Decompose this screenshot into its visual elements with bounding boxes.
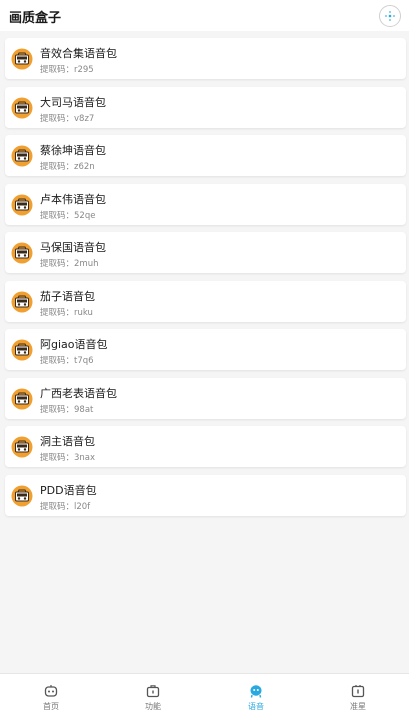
mascot-icon	[250, 685, 262, 698]
voice-pack-code: 提取码：ruku	[40, 307, 93, 318]
voice-pack-code: 提取码：t7q6	[40, 356, 94, 366]
page-title: 画质盒子	[9, 11, 62, 26]
boombox-icon	[11, 242, 33, 264]
voice-pack-name: PDD语音包	[40, 483, 97, 497]
voice-pack-code: 提取码：l20f	[40, 501, 91, 512]
boombox-icon	[11, 194, 33, 216]
toolbox-icon	[146, 685, 160, 698]
robot-icon	[44, 685, 58, 697]
voice-pack-item[interactable]: PDD语音包 提取码：l20f	[5, 474, 406, 516]
voice-pack-list: 音效合集语音包 提取码：r295 大司马语音包 提取码：v8z7 蔡徐坤语音包 提取码：z…	[5, 38, 406, 523]
voice-pack-name: 茄子语音包	[40, 289, 95, 303]
tab-voice[interactable]: 语音	[205, 674, 307, 714]
tab-label-home: 首页	[43, 702, 59, 711]
voice-pack-item[interactable]: 大司马语音包 提取码：v8z7	[5, 86, 406, 128]
voice-pack-name: 阿giao语音包	[40, 338, 108, 351]
bottom-tab-bar: 首页 功能 语音 准星	[0, 673, 409, 714]
boombox-icon	[11, 388, 33, 410]
voice-pack-name: 马保国语音包	[40, 241, 106, 254]
voice-pack-code: 提取码：3nax	[40, 453, 96, 463]
tab-label-voice: 语音	[248, 702, 264, 711]
voice-pack-item[interactable]: 马保国语音包 提取码：2muh	[5, 232, 406, 273]
tab-label-crosshair: 准星	[350, 702, 366, 711]
voice-pack-name: 蔡徐坤语音包	[40, 144, 106, 157]
boombox-icon	[11, 485, 33, 507]
voice-pack-item[interactable]: 广西老表语音包 提取码：98at	[5, 377, 406, 419]
voice-pack-code: 提取码：52qe	[40, 210, 96, 221]
app-header: 画质盒子	[0, 0, 409, 31]
tab-home[interactable]: 首页	[0, 674, 102, 714]
voice-pack-name: 音效合集语音包	[40, 47, 117, 60]
voice-pack-code: 提取码：2muh	[40, 259, 99, 269]
tab-label-features: 功能	[145, 702, 161, 711]
voice-pack-name: 大司马语音包	[40, 95, 106, 109]
boombox-icon	[11, 291, 33, 313]
voice-pack-item[interactable]: 洞主语音包提取码：3nax	[5, 426, 406, 467]
settings-button[interactable]	[379, 5, 401, 27]
voice-pack-name: 洞主语音包	[40, 435, 95, 448]
crosshair-icon	[351, 685, 365, 698]
voice-pack-name: 卢本伟语音包	[40, 192, 106, 206]
voice-pack-item[interactable]: 卢本伟语音包 提取码：52qe	[5, 183, 406, 225]
voice-pack-code: 提取码：v8z7	[40, 113, 95, 124]
boombox-icon	[11, 145, 33, 167]
voice-pack-name: 广西老表语音包	[40, 386, 117, 400]
compass-icon	[385, 11, 395, 21]
voice-pack-item[interactable]: 茄子语音包提取码：ruku	[5, 280, 406, 322]
voice-pack-code: 提取码：z62n	[40, 162, 95, 172]
voice-pack-item[interactable]: 蔡徐坤语音包 提取码：z62n	[5, 135, 406, 176]
boombox-icon	[11, 436, 33, 458]
tab-features[interactable]: 功能	[102, 674, 204, 714]
boombox-icon	[11, 97, 33, 119]
voice-pack-code: 提取码：98at	[40, 404, 94, 415]
boombox-icon	[11, 48, 33, 70]
voice-pack-item[interactable]: 音效合集语音包 提取码：r295	[5, 38, 406, 79]
voice-pack-code: 提取码：r295	[40, 65, 94, 75]
voice-pack-item[interactable]: 阿giao语音包 提取码：t7q6	[5, 329, 406, 370]
tab-crosshair[interactable]: 准星	[307, 674, 409, 714]
boombox-icon	[11, 339, 33, 361]
